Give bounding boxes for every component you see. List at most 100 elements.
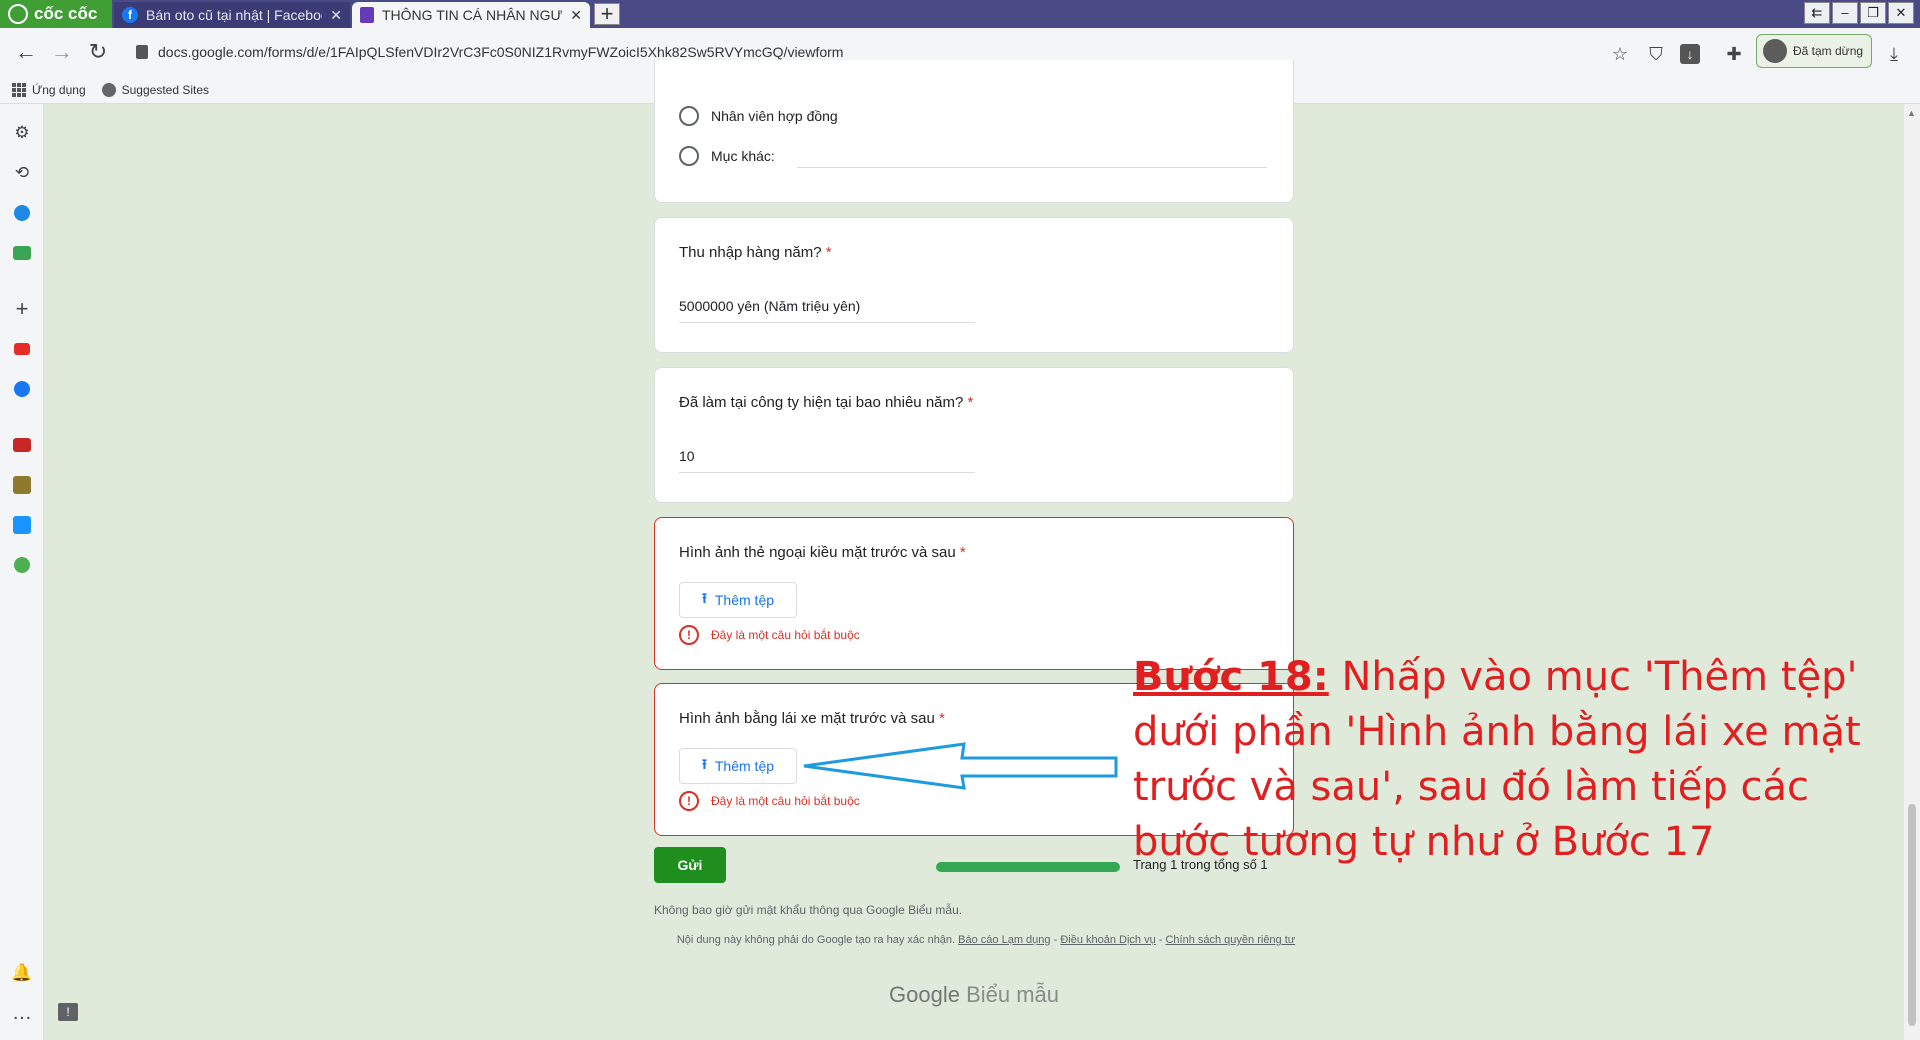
tab-strip: cốc cốc f Bán oto cũ tại nhật | Facebook… bbox=[0, 0, 1920, 28]
upload-icon: ⭱ bbox=[701, 590, 707, 606]
profile-label: Đã tạm dừng bbox=[1793, 44, 1864, 58]
coccoc-sidebar-icon[interactable] bbox=[11, 554, 33, 576]
years-answer-input[interactable]: 10 bbox=[679, 448, 975, 473]
page-scrollbar[interactable]: ▲ bbox=[1904, 104, 1920, 1040]
other-text-input[interactable] bbox=[797, 167, 1267, 168]
progress-fill bbox=[936, 862, 1120, 872]
messenger-icon[interactable] bbox=[11, 202, 33, 224]
extensions-icon[interactable]: ✚ bbox=[1722, 42, 1746, 66]
scrollbar-thumb[interactable] bbox=[1908, 804, 1916, 1026]
browser-sidebar: ⚙ ⟲ + 🔔 … bbox=[0, 104, 44, 1040]
question-title: Thu nhập hàng năm? * bbox=[679, 244, 832, 261]
submit-button[interactable]: Gửi bbox=[654, 847, 726, 883]
required-error: ! Đây là một câu hỏi bắt buộc bbox=[679, 791, 860, 811]
google-forms-icon bbox=[360, 7, 374, 23]
vtv-icon[interactable] bbox=[11, 434, 33, 456]
close-icon[interactable]: ✕ bbox=[570, 7, 582, 24]
required-mark: * bbox=[939, 710, 945, 727]
income-card: Thu nhập hàng năm? * 5000000 yên (Năm tr… bbox=[654, 217, 1294, 353]
notifications-bell-icon[interactable]: 🔔 bbox=[11, 962, 33, 984]
required-mark: * bbox=[825, 244, 832, 261]
globe-icon bbox=[101, 82, 116, 97]
minimize-icon[interactable]: – bbox=[1832, 2, 1858, 24]
option-label: Nhân viên hợp đồng bbox=[711, 108, 838, 124]
shield-icon[interactable]: ⛉ bbox=[1644, 42, 1668, 66]
annotation-arrow bbox=[803, 742, 1118, 790]
back-icon[interactable]: ← bbox=[14, 40, 38, 64]
close-icon[interactable]: ✕ bbox=[330, 7, 342, 24]
footer-disclaimer: Nội dung này không phải do Google tạo ra… bbox=[676, 934, 1296, 946]
tab-facebook[interactable]: f Bán oto cũ tại nhật | Facebook ✕ bbox=[114, 2, 350, 28]
url-text: docs.google.com/forms/d/e/1FAIpQLSfenVDI… bbox=[158, 44, 844, 60]
tab-google-form[interactable]: THÔNG TIN CÁ NHÂN NGƯỜI ✕ bbox=[352, 2, 590, 28]
game-app-icon[interactable] bbox=[11, 474, 33, 496]
tiki-icon[interactable] bbox=[11, 514, 33, 536]
option-label: Mục khác: bbox=[711, 148, 775, 164]
radio-option-other[interactable]: Mục khác: bbox=[679, 146, 775, 166]
scroll-up-icon[interactable]: ▲ bbox=[1907, 108, 1916, 118]
terms-link[interactable]: Điều khoản Dịch vụ bbox=[1060, 934, 1155, 946]
settings-gear-icon[interactable]: ⚙ bbox=[11, 122, 33, 144]
lock-icon[interactable] bbox=[136, 45, 148, 59]
tab-search-icon[interactable]: ⇇ bbox=[1804, 2, 1830, 24]
google-forms-logo[interactable]: Google Biểu mẫu bbox=[889, 982, 1059, 1008]
tab-title: THÔNG TIN CÁ NHÂN NGƯỜI bbox=[382, 7, 563, 23]
bookmark-label: Suggested Sites bbox=[121, 82, 210, 97]
add-file-button[interactable]: ⭱ Thêm tệp bbox=[679, 582, 797, 618]
download-icon[interactable]: ⤓ bbox=[1882, 42, 1906, 66]
error-icon: ! bbox=[679, 791, 699, 811]
privacy-link[interactable]: Chính sách quyền riêng tư bbox=[1165, 934, 1295, 946]
add-file-label: Thêm tệp bbox=[714, 758, 775, 774]
required-mark: * bbox=[967, 394, 974, 411]
radio-button[interactable] bbox=[679, 146, 699, 166]
tutorial-annotation: Bước 18: Nhấp vào mục 'Thêm tệp' dưới ph… bbox=[1133, 650, 1873, 870]
facebook-sidebar-icon[interactable] bbox=[11, 378, 33, 400]
question-title: Hình ảnh thẻ ngoại kiều mặt trước và sau… bbox=[679, 544, 966, 561]
required-error: ! Đây là một câu hỏi bắt buộc bbox=[679, 625, 860, 645]
step-label: Bước 18: bbox=[1133, 654, 1329, 700]
arrow-shape bbox=[803, 742, 1118, 790]
radio-option-contract[interactable]: Nhân viên hợp đồng bbox=[679, 106, 838, 126]
youtube-icon[interactable] bbox=[11, 338, 33, 360]
progress-bar bbox=[936, 862, 1120, 872]
feedback-icon[interactable]: ! bbox=[58, 1003, 78, 1021]
bookmark-suggested-sites[interactable]: Suggested Sites bbox=[101, 82, 210, 97]
income-answer-input[interactable]: 5000000 yên (Năm triệu yên) bbox=[679, 298, 975, 323]
logo-text: cốc cốc bbox=[34, 4, 98, 23]
bookmark-apps[interactable]: Ứng dụng bbox=[12, 82, 86, 97]
error-text: Đây là một câu hỏi bắt buộc bbox=[711, 628, 860, 642]
error-text: Đây là một câu hỏi bắt buộc bbox=[711, 794, 860, 808]
restore-icon[interactable]: ❐ bbox=[1860, 2, 1886, 24]
disclaimer-text: Nội dung này không phải do Google tạo ra… bbox=[676, 934, 956, 946]
question-title: Đã làm tại công ty hiện tại bao nhiêu nă… bbox=[679, 394, 974, 411]
game-controller-icon[interactable] bbox=[11, 242, 33, 264]
window-controls: ⇇ – ❐ ✕ bbox=[1804, 2, 1914, 24]
apps-grid-icon bbox=[12, 82, 26, 97]
add-file-label: Thêm tệp bbox=[714, 592, 775, 608]
add-file-button[interactable]: ⭱ Thêm tệp bbox=[679, 748, 797, 784]
password-warning: Không bao giờ gửi mật khẩu thông qua Goo… bbox=[654, 903, 963, 917]
report-abuse-link[interactable]: Báo cáo Lạm dụng bbox=[958, 934, 1050, 946]
bookmark-star-icon[interactable]: ☆ bbox=[1608, 42, 1632, 66]
coccoc-logo[interactable]: cốc cốc bbox=[0, 0, 112, 28]
facebook-icon: f bbox=[122, 7, 138, 23]
more-options-icon[interactable]: … bbox=[11, 1002, 33, 1024]
residence-card-upload-card: Hình ảnh thẻ ngoại kiều mặt trước và sau… bbox=[654, 517, 1294, 670]
profile-button[interactable]: Đã tạm dừng bbox=[1756, 34, 1872, 68]
reload-icon[interactable]: ↻ bbox=[86, 40, 110, 64]
coccoc-logo-icon bbox=[8, 4, 28, 24]
question-title: Hình ảnh bằng lái xe mặt trước và sau * bbox=[679, 710, 945, 727]
new-tab-button[interactable]: + bbox=[594, 3, 620, 25]
job-type-card: Nhân viên hợp đồng Mục khác: bbox=[654, 60, 1294, 203]
close-window-icon[interactable]: ✕ bbox=[1888, 2, 1914, 24]
download-manager-icon[interactable]: ↓ bbox=[1680, 44, 1700, 64]
error-icon: ! bbox=[679, 625, 699, 645]
add-icon[interactable]: + bbox=[11, 296, 33, 321]
avatar bbox=[1763, 39, 1787, 63]
radio-button[interactable] bbox=[679, 106, 699, 126]
bookmark-label: Ứng dụng bbox=[32, 82, 86, 97]
tab-title: Bán oto cũ tại nhật | Facebook bbox=[146, 7, 323, 23]
forward-icon[interactable]: → bbox=[50, 40, 74, 64]
history-icon[interactable]: ⟲ bbox=[11, 162, 33, 184]
years-card: Đã làm tại công ty hiện tại bao nhiêu nă… bbox=[654, 367, 1294, 503]
